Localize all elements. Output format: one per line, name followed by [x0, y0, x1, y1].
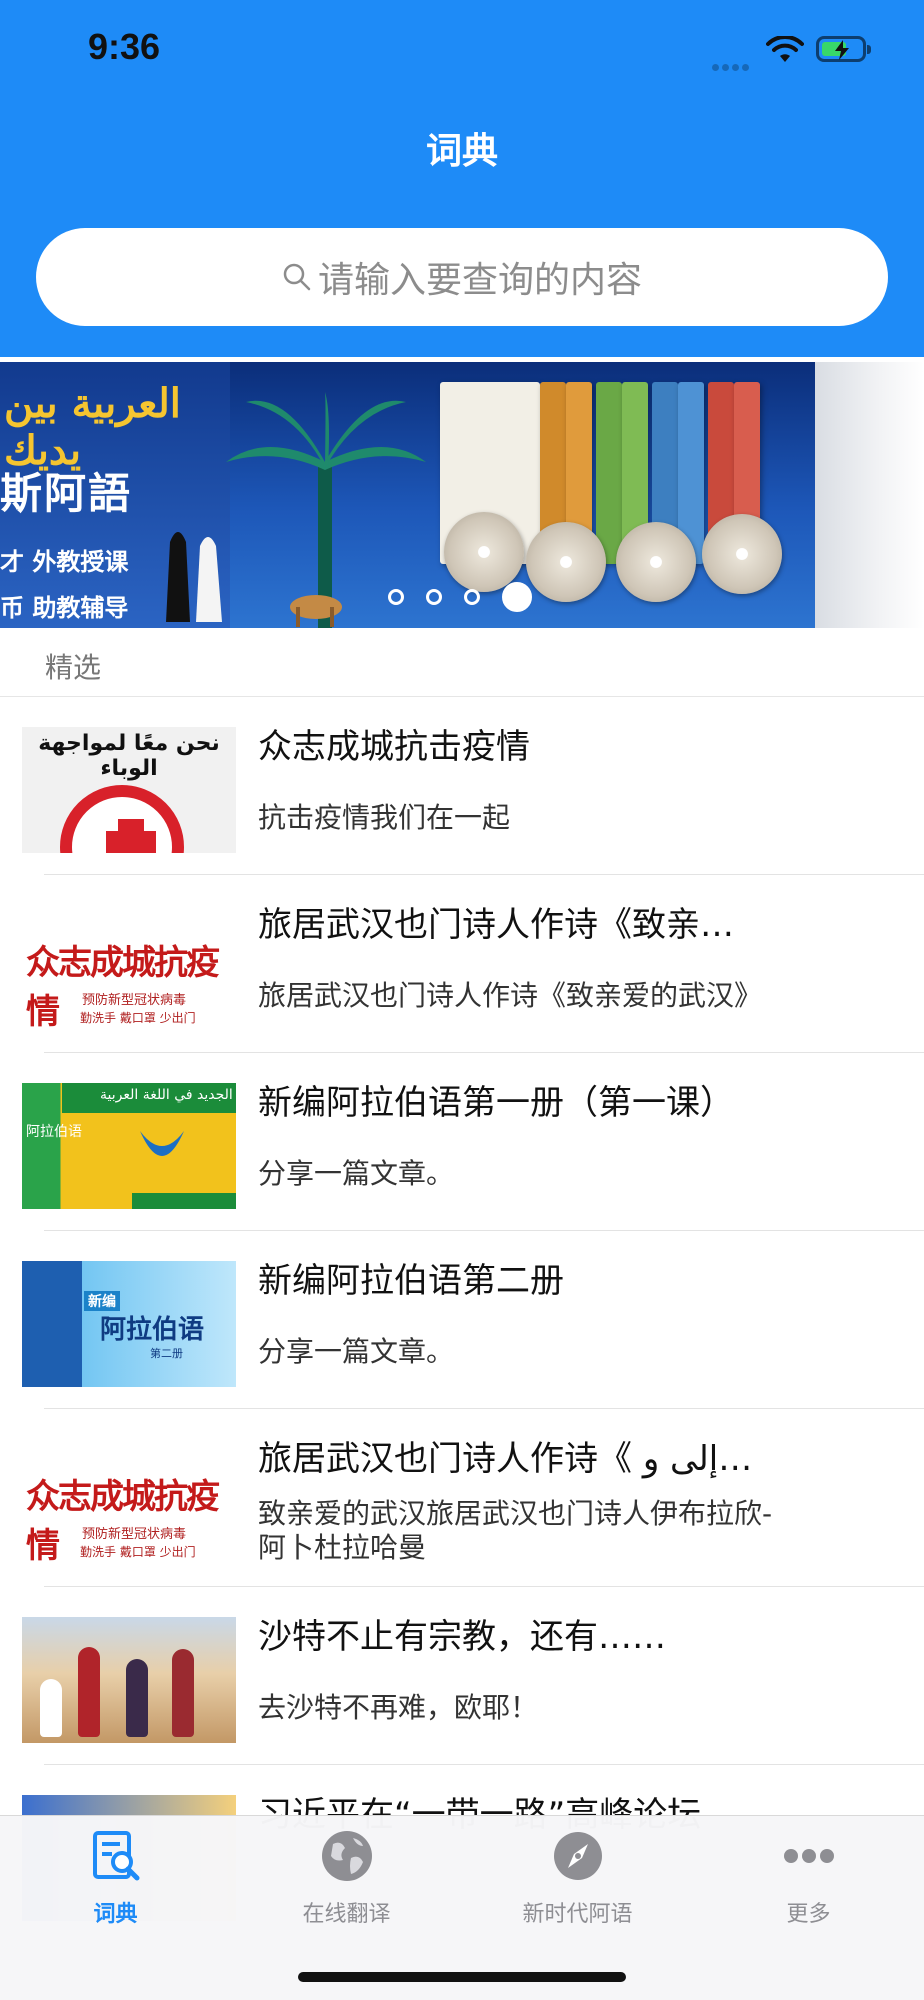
- status-time: 9:36: [88, 26, 161, 67]
- thumbnail-subcaption: 预防新型冠状病毒: [82, 1527, 187, 1542]
- carousel-dot-active[interactable]: [502, 582, 532, 612]
- banner-title: 斯阿語: [0, 469, 133, 518]
- list-item[interactable]: نحن معًا لمواجهة الوباء 众志成城抗击疫情 抗击疫情我们在…: [0, 697, 924, 875]
- list-item-title: 众志成城抗击疫情: [258, 727, 530, 767]
- figures-illustration: [166, 532, 222, 622]
- thumbnail-subcaption: 阿拉伯语: [100, 1315, 205, 1345]
- list-item-desc: 去沙特不再难，欧耶！: [258, 1691, 539, 1724]
- list-item-title: 旅居武汉也门诗人作诗《 إلى و…: [258, 1439, 753, 1479]
- banner-line-2: 币 助教辅导: [0, 594, 129, 622]
- carousel-dot[interactable]: [464, 589, 480, 605]
- banner-carousel[interactable]: العربية بين يديك 斯阿語 才 外教授课 币 助教辅导: [0, 362, 924, 628]
- list-item-desc: 抗击疫情我们在一起: [258, 801, 511, 834]
- list-item[interactable]: 众志成城抗疫情 预防新型冠状病毒 勤洗手 戴口罩 少出门 旅居武汉也门诗人作诗《…: [0, 1409, 924, 1587]
- carousel-dot[interactable]: [388, 589, 404, 605]
- list-item[interactable]: 沙特不止有宗教，还有…… 去沙特不再难，欧耶！: [0, 1587, 924, 1765]
- list-item-desc: 分享一篇文章。: [258, 1335, 455, 1368]
- thumbnail-caption: الجديد في اللغة العربية: [100, 1087, 233, 1103]
- list-item-title: 沙特不止有宗教，还有……: [258, 1617, 666, 1657]
- featured-list: نحن معًا لمواجهة الوباء 众志成城抗击疫情 抗击疫情我们在…: [0, 697, 924, 1943]
- tab-label: 更多: [786, 1902, 831, 1927]
- header: 9:36 词典 请输入要查询的内容: [0, 0, 924, 357]
- list-item-title: 新编阿拉伯语第二册: [258, 1261, 564, 1301]
- thumbnail-subcaption: 第二册: [150, 1347, 183, 1360]
- compass-icon: [553, 1832, 602, 1880]
- tab-label: 新时代阿语: [522, 1902, 633, 1927]
- dictionary-search-icon: [92, 1831, 139, 1881]
- textbook-cover-thumbnail: الجديد في اللغة العربية 阿拉伯语: [22, 1083, 236, 1209]
- banner-next-slide-peek: [815, 362, 924, 628]
- list-item[interactable]: الجديد في اللغة العربية 阿拉伯语 新编阿拉伯语第一册（第…: [0, 1053, 924, 1231]
- thumbnail-subcaption: 勤洗手 戴口罩 少出门: [80, 1011, 196, 1025]
- list-item[interactable]: 众志成城抗疫情 预防新型冠状病毒 勤洗手 戴口罩 少出门 旅居武汉也门诗人作诗《…: [0, 875, 924, 1053]
- thumbnail-caption: نحن معًا لمواجهة الوباء: [38, 731, 220, 781]
- page-title: 词典: [425, 131, 498, 172]
- list-item-title: 旅居武汉也门诗人作诗《致亲…: [258, 905, 734, 945]
- battery-icon: [816, 36, 871, 62]
- tab-more[interactable]: 更多: [693, 1828, 924, 1928]
- wifi-icon: [766, 36, 804, 62]
- list-item[interactable]: 新编 阿拉伯语 第二册 新编阿拉伯语第二册 分享一篇文章。: [0, 1231, 924, 1409]
- list-item-desc: 旅居武汉也门诗人作诗《致亲爱的武汉》: [258, 979, 763, 1012]
- section-title-featured: 精选: [45, 651, 102, 684]
- tab-label: 词典: [93, 1902, 138, 1927]
- tab-online-translate[interactable]: 在线翻译: [231, 1828, 462, 1928]
- tab-dictionary[interactable]: 词典: [0, 1828, 231, 1928]
- anti-epidemic-emblem-thumbnail: نحن معًا لمواجهة الوباء: [22, 727, 236, 853]
- textbook-cover-thumbnail: 新编 阿拉伯语 第二册: [22, 1261, 236, 1387]
- more-dots-icon: [783, 1849, 834, 1863]
- carousel-dot[interactable]: [426, 589, 442, 605]
- calligraphy-thumbnail: 众志成城抗疫情 预防新型冠状病毒 勤洗手 戴口罩 少出门: [22, 1439, 236, 1565]
- home-indicator[interactable]: [298, 1972, 626, 1982]
- globe-icon: [321, 1831, 372, 1881]
- search-icon: [283, 263, 311, 291]
- thumbnail-subcaption: 预防新型冠状病毒: [82, 993, 187, 1008]
- thumbnail-subcaption: 阿拉伯语: [26, 1124, 82, 1140]
- thumbnail-subcaption: 勤洗手 戴口罩 少出门: [80, 1545, 196, 1559]
- list-item-title: 新编阿拉伯语第一册（第一课）: [258, 1083, 734, 1123]
- list-item-desc: 分享一篇文章。: [258, 1157, 455, 1190]
- list-item-desc: 致亲爱的武汉旅居武汉也门诗人伊布拉欣-阿卜杜拉哈曼: [258, 1497, 773, 1564]
- tab-label: 在线翻译: [302, 1902, 391, 1927]
- thumbnail-caption: 新编: [84, 1291, 120, 1311]
- search-placeholder: 请输入要查询的内容: [317, 260, 642, 301]
- tab-new-era-arabic[interactable]: 新时代阿语: [462, 1828, 693, 1928]
- saudi-dancers-photo-thumbnail: [22, 1617, 236, 1743]
- calligraphy-thumbnail: 众志成城抗疫情 预防新型冠状病毒 勤洗手 戴口罩 少出门: [22, 905, 236, 1031]
- app-screen: 9:36 词典 请输入要查询的内容 العربية بين يديك 斯阿語 才…: [0, 0, 924, 2000]
- search-input[interactable]: 请输入要查询的内容: [36, 228, 888, 326]
- carousel-indicator[interactable]: [388, 582, 554, 612]
- cellular-signal-icon: [712, 56, 752, 75]
- banner-line-1: 才 外教授课: [0, 548, 129, 576]
